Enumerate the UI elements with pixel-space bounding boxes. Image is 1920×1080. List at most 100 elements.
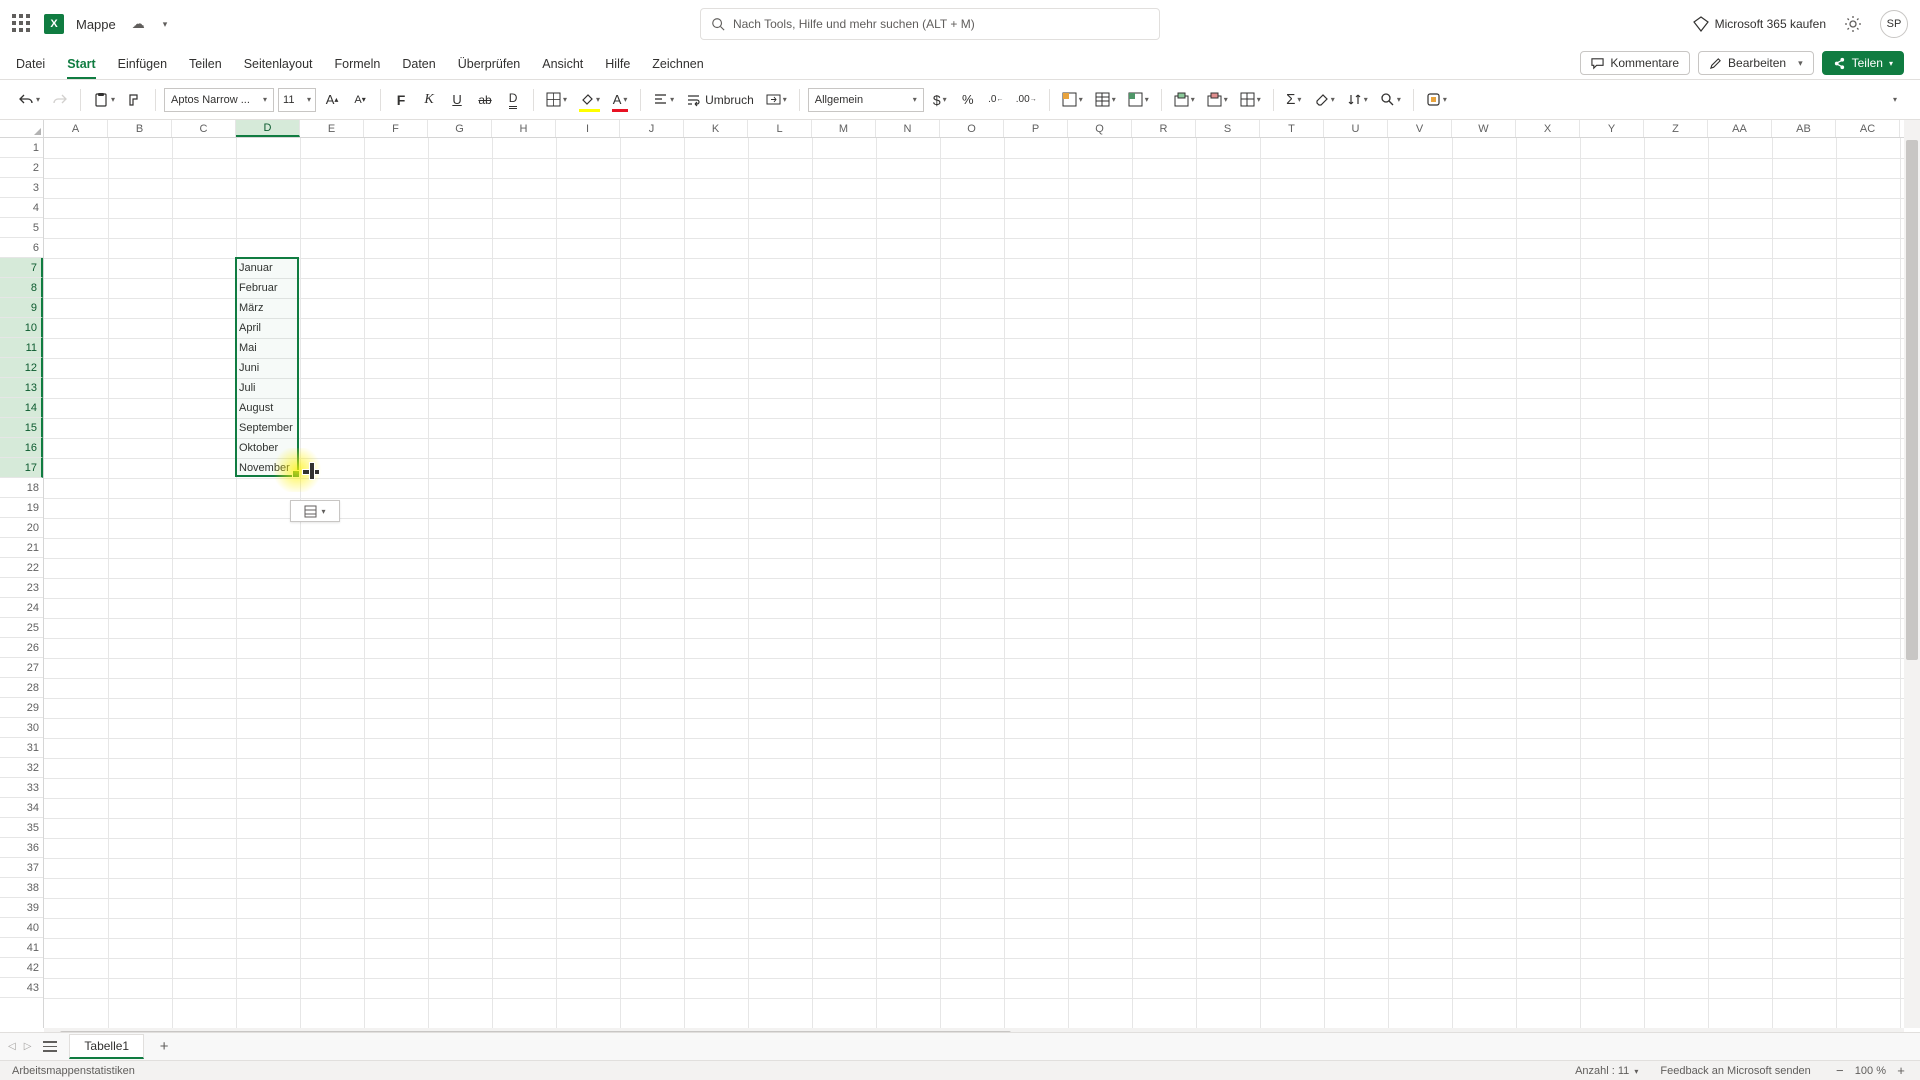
font-color-button[interactable]: A▾ [608, 86, 632, 114]
font-size-select[interactable]: 11▾ [278, 88, 316, 112]
menu-tab-überprüfen[interactable]: Überprüfen [458, 57, 521, 79]
currency-button[interactable]: $▾ [928, 86, 952, 114]
row-header-14[interactable]: 14 [0, 398, 43, 418]
underline-button[interactable]: U [445, 86, 469, 114]
col-header-B[interactable]: B [108, 120, 172, 137]
conditional-format-button[interactable]: ▾ [1058, 86, 1087, 114]
row-header-9[interactable]: 9 [0, 298, 43, 318]
vertical-scrollbar[interactable] [1904, 120, 1920, 1028]
col-header-F[interactable]: F [364, 120, 428, 137]
col-header-AC[interactable]: AC [1836, 120, 1900, 137]
menu-tab-datei[interactable]: Datei [16, 57, 45, 79]
font-name-select[interactable]: Aptos Narrow ...▾ [164, 88, 274, 112]
increase-decimal-button[interactable]: .0← [984, 86, 1008, 114]
row-header-33[interactable]: 33 [0, 778, 43, 798]
menu-tab-ansicht[interactable]: Ansicht [542, 57, 583, 79]
autofill-options-button[interactable]: ▾ [290, 500, 340, 522]
row-header-35[interactable]: 35 [0, 818, 43, 838]
column-headers[interactable]: ABCDEFGHIJKLMNOPQRSTUVWXYZAAABAC [44, 120, 1904, 138]
row-headers[interactable]: 1234567891011121314151617181920212223242… [0, 138, 44, 1028]
decrease-decimal-button[interactable]: .00→ [1012, 86, 1041, 114]
row-header-8[interactable]: 8 [0, 278, 43, 298]
editing-mode-button[interactable]: Bearbeiten ▾ [1698, 51, 1814, 75]
col-header-U[interactable]: U [1324, 120, 1388, 137]
cell-D14[interactable]: August [236, 398, 300, 418]
row-header-30[interactable]: 30 [0, 718, 43, 738]
borders-button[interactable]: ▾ [542, 86, 571, 114]
buy-m365-link[interactable]: Microsoft 365 kaufen [1693, 16, 1826, 32]
all-sheets-button[interactable] [39, 1037, 61, 1056]
row-header-26[interactable]: 26 [0, 638, 43, 658]
undo-button[interactable]: ▾ [14, 86, 44, 114]
paste-button[interactable]: ▾ [89, 86, 119, 114]
col-header-AB[interactable]: AB [1772, 120, 1836, 137]
col-header-E[interactable]: E [300, 120, 364, 137]
clear-button[interactable]: ▾ [1310, 86, 1339, 114]
row-header-40[interactable]: 40 [0, 918, 43, 938]
row-header-37[interactable]: 37 [0, 858, 43, 878]
sort-filter-button[interactable]: ▾ [1343, 86, 1372, 114]
find-button[interactable]: ▾ [1376, 86, 1405, 114]
sheet-nav-next[interactable]: ▷ [24, 1041, 32, 1052]
menu-tab-einfügen[interactable]: Einfügen [118, 57, 167, 79]
cell-D11[interactable]: Mai [236, 338, 300, 358]
col-header-C[interactable]: C [172, 120, 236, 137]
cells-area[interactable]: JanuarFebruarMärzAprilMaiJuniJuliAugustS… [44, 138, 1904, 1028]
col-header-P[interactable]: P [1004, 120, 1068, 137]
row-header-34[interactable]: 34 [0, 798, 43, 818]
cloud-save-icon[interactable]: ☁ [132, 16, 145, 32]
insert-cells-button[interactable]: ▾ [1170, 86, 1199, 114]
zoom-out-button[interactable]: − [1833, 1063, 1847, 1078]
merge-button[interactable]: ▾ [762, 86, 791, 114]
col-header-W[interactable]: W [1452, 120, 1516, 137]
row-header-4[interactable]: 4 [0, 198, 43, 218]
col-header-O[interactable]: O [940, 120, 1004, 137]
cell-styles-button[interactable]: ▾ [1124, 86, 1153, 114]
sheet-nav-prev[interactable]: ◁ [8, 1041, 16, 1052]
format-table-button[interactable]: ▾ [1091, 86, 1120, 114]
row-header-36[interactable]: 36 [0, 838, 43, 858]
col-header-Y[interactable]: Y [1580, 120, 1644, 137]
row-header-12[interactable]: 12 [0, 358, 43, 378]
col-header-Z[interactable]: Z [1644, 120, 1708, 137]
menu-tab-formeln[interactable]: Formeln [335, 57, 381, 79]
zoom-level[interactable]: 100 % [1855, 1065, 1886, 1077]
cell-D10[interactable]: April [236, 318, 300, 338]
italic-button[interactable]: K [417, 86, 441, 114]
row-header-11[interactable]: 11 [0, 338, 43, 358]
select-all-triangle[interactable] [0, 120, 44, 138]
col-header-Q[interactable]: Q [1068, 120, 1132, 137]
menu-tab-zeichnen[interactable]: Zeichnen [652, 57, 703, 79]
bold-button[interactable]: F [389, 86, 413, 114]
double-underline-button[interactable]: D [501, 86, 525, 114]
menu-tab-start[interactable]: Start [67, 57, 95, 79]
col-header-A[interactable]: A [44, 120, 108, 137]
decrease-font-button[interactable]: A▾ [348, 86, 372, 114]
row-header-41[interactable]: 41 [0, 938, 43, 958]
addins-button[interactable]: ▾ [1422, 86, 1451, 114]
menu-tab-hilfe[interactable]: Hilfe [605, 57, 630, 79]
row-header-21[interactable]: 21 [0, 538, 43, 558]
menu-tab-daten[interactable]: Daten [402, 57, 435, 79]
col-header-H[interactable]: H [492, 120, 556, 137]
row-header-39[interactable]: 39 [0, 898, 43, 918]
row-header-31[interactable]: 31 [0, 738, 43, 758]
col-header-AA[interactable]: AA [1708, 120, 1772, 137]
row-header-42[interactable]: 42 [0, 958, 43, 978]
row-header-22[interactable]: 22 [0, 558, 43, 578]
row-header-1[interactable]: 1 [0, 138, 43, 158]
cell-D13[interactable]: Juli [236, 378, 300, 398]
add-sheet-button[interactable]: + [152, 1035, 176, 1059]
number-format-select[interactable]: Allgemein▾ [808, 88, 924, 112]
row-header-27[interactable]: 27 [0, 658, 43, 678]
row-header-20[interactable]: 20 [0, 518, 43, 538]
row-header-38[interactable]: 38 [0, 878, 43, 898]
cell-D9[interactable]: März [236, 298, 300, 318]
document-name[interactable]: Mappe [76, 17, 116, 32]
strikethrough-button[interactable]: ab [473, 86, 497, 114]
row-header-19[interactable]: 19 [0, 498, 43, 518]
col-header-J[interactable]: J [620, 120, 684, 137]
row-header-43[interactable]: 43 [0, 978, 43, 998]
sheet-tab[interactable]: Tabelle1 [69, 1034, 144, 1059]
redo-button[interactable] [48, 86, 72, 114]
